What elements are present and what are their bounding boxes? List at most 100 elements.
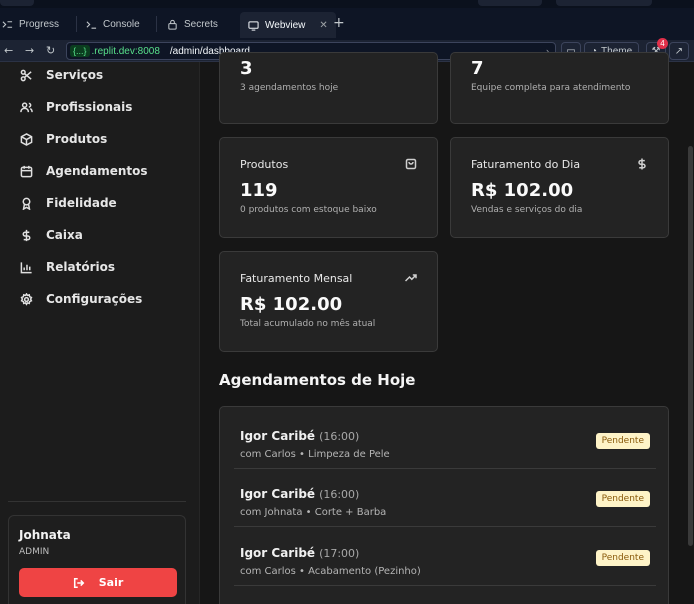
close-icon[interactable]: ✕ — [319, 20, 327, 31]
stat-value: 7 — [471, 58, 484, 79]
users-icon — [20, 101, 33, 112]
appointment-time: (16:00) — [319, 430, 360, 443]
sidebar-item-servicos[interactable]: Serviços — [20, 65, 103, 85]
notification-badge: 4 — [657, 38, 668, 49]
scissors-icon — [20, 69, 32, 81]
tab-label: Secrets — [184, 18, 218, 30]
stat-value: 3 — [240, 58, 253, 79]
sidebar-item-caixa[interactable]: Caixa — [20, 225, 83, 245]
sidebar-item-label: Caixa — [46, 228, 83, 242]
top-strip — [0, 0, 694, 8]
sidebar-item-label: Agendamentos — [46, 164, 148, 178]
status-badge: Pendente — [595, 433, 650, 449]
tab-progress[interactable]: Progress — [2, 12, 59, 36]
stat-value: R$ 102.00 — [471, 180, 574, 201]
webview-content: Serviços Profissionais Produtos Agendame… — [0, 52, 694, 604]
stat-card-daily-revenue: Faturamento do Dia R$ 102.00 Vendas e se… — [450, 137, 669, 238]
reload-icon[interactable]: ↻ — [46, 44, 55, 57]
bar-chart-icon — [20, 261, 32, 273]
row-divider — [234, 526, 656, 527]
appointment-row[interactable]: Igor Caribé (16:00) com Carlos • Limpeza … — [220, 411, 670, 469]
appointment-client: Igor Caribé (17:00) — [240, 546, 359, 560]
status-badge: Pendente — [595, 491, 650, 507]
sidebar-item-configuracoes[interactable]: Configurações — [20, 289, 142, 309]
stat-card-monthly-revenue: Faturamento Mensal R$ 102.00 Total acumu… — [219, 251, 438, 352]
user-card: Johnata ADMIN Sair — [8, 515, 186, 604]
client-name: Igor Caribé — [240, 487, 316, 501]
sidebar-item-relatorios[interactable]: Relatórios — [20, 257, 115, 277]
appointment-time: (16:00) — [319, 488, 360, 501]
stat-title: Produtos — [240, 158, 289, 171]
open-new-window-button[interactable]: ↗ — [669, 42, 689, 60]
sidebar: Serviços Profissionais Produtos Agendame… — [0, 62, 200, 604]
appointment-service: com Carlos • Limpeza de Pele — [240, 449, 390, 460]
stat-subtitle: 0 produtos com estoque baixo — [240, 205, 377, 215]
forward-arrow-icon[interactable]: → — [25, 44, 34, 57]
user-role: ADMIN — [19, 547, 50, 557]
client-name: Igor Caribé — [240, 429, 316, 443]
tab-console[interactable]: Console — [86, 12, 140, 36]
stat-title: Faturamento Mensal — [240, 272, 353, 285]
section-title-today: Agendamentos de Hoje — [219, 371, 416, 389]
terminal-icon — [86, 20, 97, 29]
package-icon — [20, 132, 33, 146]
stat-value: 119 — [240, 180, 278, 201]
appointment-service: com Johnata • Corte + Barba — [240, 507, 387, 518]
ide-tab-bar: Progress Console Secrets Webview ✕ + — [0, 0, 694, 40]
stat-subtitle: 3 agendamentos hoje — [240, 83, 339, 93]
status-badge: Pendente — [595, 550, 650, 566]
logout-icon — [73, 577, 85, 588]
tab-label: Progress — [19, 18, 60, 30]
sidebar-item-produtos[interactable]: Produtos — [20, 129, 107, 149]
dollar-icon — [638, 158, 646, 170]
tab-label: Console — [103, 18, 140, 30]
sidebar-item-agendamentos[interactable]: Agendamentos — [20, 161, 148, 181]
url-host: .replit.dev:8008 — [91, 45, 160, 57]
stat-subtitle: Total acumulado no mês atual — [240, 319, 376, 329]
tab-divider — [76, 16, 77, 32]
award-icon — [22, 197, 31, 210]
scrollbar[interactable] — [686, 62, 694, 604]
appointment-client: Igor Caribé (16:00) — [240, 487, 359, 501]
dollar-icon — [22, 229, 31, 241]
stat-subtitle: Equipe completa para atendimento — [471, 83, 631, 93]
user-name: Johnata — [19, 528, 71, 542]
gear-icon — [20, 292, 33, 306]
tab-webview[interactable]: Webview ✕ — [240, 12, 336, 38]
appointment-service: com Carlos • Acabamento (Pezinho) — [240, 566, 421, 577]
new-tab-plus-icon[interactable]: + — [333, 15, 345, 31]
url-chip: {...} — [70, 45, 90, 57]
top-strip-block — [556, 0, 652, 6]
appointment-client: Igor Caribé (16:00) — [240, 429, 359, 443]
sidebar-item-label: Relatórios — [46, 260, 115, 274]
back-arrow-icon[interactable]: ← — [4, 44, 13, 57]
sidebar-item-label: Fidelidade — [46, 196, 117, 210]
stat-card-team: 7 Equipe completa para atendimento — [450, 52, 669, 124]
tab-label: Webview — [265, 19, 306, 31]
sidebar-item-profissionais[interactable]: Profissionais — [20, 97, 132, 117]
stat-subtitle: Vendas e serviços do dia — [471, 205, 583, 215]
stat-title: Faturamento do Dia — [471, 158, 581, 171]
stat-card-products: Produtos 119 0 produtos com estoque baix… — [219, 137, 438, 238]
sidebar-divider — [8, 501, 186, 502]
logout-button[interactable]: Sair — [19, 568, 177, 597]
top-strip-block — [0, 0, 34, 6]
shopping-bag-icon — [405, 158, 417, 170]
sidebar-item-label: Configurações — [46, 292, 143, 306]
tab-secrets[interactable]: Secrets — [167, 12, 218, 36]
sidebar-item-fidelidade[interactable]: Fidelidade — [20, 193, 117, 213]
stat-card-appointments: 3 3 agendamentos hoje — [219, 52, 438, 124]
stat-value: R$ 102.00 — [240, 294, 343, 315]
tab-divider — [156, 16, 157, 32]
sidebar-item-label: Produtos — [46, 132, 108, 146]
trending-up-icon — [405, 274, 417, 282]
progress-icon — [2, 20, 13, 28]
appointment-row[interactable]: Igor Caribé (16:00) com Johnata • Corte +… — [220, 469, 670, 527]
scrollbar-thumb[interactable] — [688, 146, 693, 546]
top-strip-block — [478, 0, 542, 6]
calendar-icon — [20, 165, 33, 177]
monitor-icon — [248, 20, 259, 31]
row-divider — [234, 585, 656, 586]
appointment-row[interactable]: Igor Caribé (17:00) com Carlos • Acabamen… — [220, 528, 670, 586]
lock-icon — [168, 19, 177, 30]
